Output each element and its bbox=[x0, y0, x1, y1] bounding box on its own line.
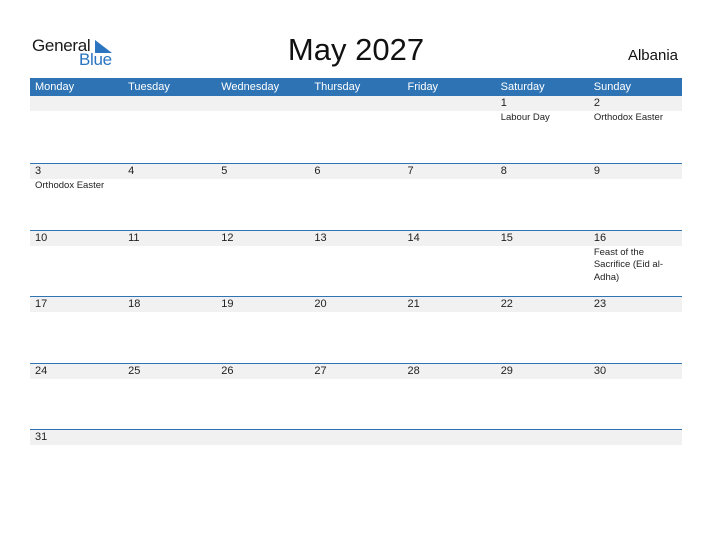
day-cell[interactable]: 25 bbox=[123, 364, 216, 430]
day-cell[interactable] bbox=[403, 430, 496, 496]
day-cell[interactable]: 29 bbox=[496, 364, 589, 430]
day-cell[interactable]: 24 bbox=[30, 364, 123, 430]
weekday-saturday: Saturday bbox=[500, 81, 545, 93]
day-number: 20 bbox=[314, 298, 327, 310]
week-row: 17 18 19 20 21 22 23 bbox=[30, 296, 682, 363]
day-cell[interactable] bbox=[309, 96, 402, 163]
weekday-tuesday: Tuesday bbox=[128, 81, 170, 93]
day-cell[interactable]: 17 bbox=[30, 297, 123, 363]
day-number: 30 bbox=[593, 364, 607, 377]
day-cell[interactable]: 10 bbox=[30, 231, 123, 297]
calendar-grid: Monday Tuesday Wednesday Thursday Friday… bbox=[30, 78, 682, 496]
week-row: 10 11 12 13 14 15 16 Feast of the Sacrifice (Ei… bbox=[30, 229, 682, 297]
day-cell[interactable]: 14 bbox=[403, 231, 496, 297]
day-cell[interactable]: 7 bbox=[403, 164, 496, 230]
day-number: 10 bbox=[35, 231, 48, 244]
weekday-friday: Friday bbox=[407, 81, 439, 93]
day-number: 9 bbox=[593, 165, 600, 177]
day-cell[interactable]: 31 bbox=[30, 430, 123, 496]
weekday-sunday: Sunday bbox=[593, 81, 632, 93]
day-cell[interactable] bbox=[496, 430, 589, 496]
day-number: 6 bbox=[314, 165, 321, 177]
day-number: 12 bbox=[221, 231, 234, 244]
weekday-thursday: Thursday bbox=[314, 81, 361, 93]
day-number: 24 bbox=[35, 364, 48, 377]
weekday-monday: Monday bbox=[35, 81, 75, 93]
day-cell[interactable] bbox=[123, 430, 216, 496]
day-number: 15 bbox=[500, 231, 513, 244]
day-cell[interactable] bbox=[123, 96, 216, 163]
week-row: 24 25 26 27 28 29 30 bbox=[30, 362, 682, 430]
day-cell[interactable] bbox=[30, 96, 123, 163]
day-number: 8 bbox=[500, 165, 507, 177]
day-cell[interactable]: 15 bbox=[496, 231, 589, 297]
weeks-container: 1 Labour Day 2 Orthodox Easter 3 Orthodox Eas… bbox=[30, 96, 682, 496]
week-row: 1 Labour Day 2 Orthodox Easter bbox=[30, 96, 682, 163]
day-cell[interactable]: 3 Orthodox Easter bbox=[30, 164, 123, 230]
weekday-wednesday: Wednesday bbox=[221, 81, 280, 93]
page-title: May 2027 bbox=[287, 32, 425, 67]
country-label: Albania bbox=[627, 47, 678, 64]
day-cell[interactable]: 2 Orthodox Easter bbox=[589, 96, 682, 163]
day-number: 1 bbox=[500, 97, 507, 109]
day-number: 25 bbox=[128, 364, 141, 377]
week-row: 31 bbox=[30, 429, 682, 496]
day-number: 26 bbox=[221, 364, 234, 377]
weekday-header: Monday Tuesday Wednesday Thursday Friday… bbox=[30, 78, 682, 96]
day-cell[interactable]: 26 bbox=[216, 364, 309, 430]
day-number: 17 bbox=[35, 298, 48, 310]
day-number: 7 bbox=[407, 165, 414, 177]
day-cell[interactable]: 18 bbox=[123, 297, 216, 363]
day-number: 13 bbox=[314, 231, 327, 244]
day-number: 14 bbox=[407, 231, 420, 244]
day-cell[interactable]: 27 bbox=[309, 364, 402, 430]
day-cell[interactable]: 13 bbox=[309, 231, 402, 297]
day-cell[interactable]: 20 bbox=[309, 297, 402, 363]
day-cell[interactable]: 11 bbox=[123, 231, 216, 297]
day-number: 18 bbox=[128, 298, 141, 310]
day-cell[interactable]: 19 bbox=[216, 297, 309, 363]
day-cell[interactable]: 21 bbox=[403, 297, 496, 363]
day-number: 5 bbox=[221, 165, 228, 177]
day-cell[interactable]: 4 bbox=[123, 164, 216, 230]
day-number: 28 bbox=[407, 364, 420, 377]
day-cell[interactable]: 5 bbox=[216, 164, 309, 230]
week-row: 3 Orthodox Easter 4 5 6 7 8 9 bbox=[30, 163, 682, 230]
day-cell[interactable]: 9 bbox=[589, 164, 682, 230]
day-cell[interactable] bbox=[309, 430, 402, 496]
day-number: 19 bbox=[221, 298, 234, 310]
day-cell[interactable]: 12 bbox=[216, 231, 309, 297]
day-number: 31 bbox=[35, 431, 48, 443]
day-cell[interactable]: 6 bbox=[309, 164, 402, 230]
day-cell[interactable] bbox=[216, 96, 309, 163]
day-cell[interactable]: 23 bbox=[589, 297, 682, 363]
holiday-label: Labour Day bbox=[500, 112, 550, 123]
day-cell[interactable] bbox=[589, 430, 682, 496]
day-number: 22 bbox=[500, 298, 513, 310]
day-cell[interactable]: 8 bbox=[496, 164, 589, 230]
day-number: 27 bbox=[314, 364, 327, 377]
day-number: 23 bbox=[593, 298, 607, 310]
day-cell[interactable]: 28 bbox=[403, 364, 496, 430]
day-number: 2 bbox=[593, 97, 600, 109]
day-number: 29 bbox=[500, 364, 513, 377]
holiday-label: Orthodox Easter bbox=[593, 112, 663, 123]
day-cell[interactable]: 16 Feast of the Sacrifice (Eid al-Adha) bbox=[589, 231, 682, 297]
day-number: 21 bbox=[407, 298, 420, 310]
day-number: 3 bbox=[35, 165, 42, 177]
day-number: 16 bbox=[593, 231, 607, 244]
day-number: 11 bbox=[128, 231, 140, 244]
day-number: 4 bbox=[128, 165, 135, 177]
day-cell[interactable]: 30 bbox=[589, 364, 682, 430]
day-cell[interactable]: 22 bbox=[496, 297, 589, 363]
holiday-label: Feast of the Sacrifice (Eid al-Adha) bbox=[593, 246, 663, 283]
holiday-label: Orthodox Easter bbox=[35, 180, 105, 191]
day-cell[interactable] bbox=[403, 96, 496, 163]
day-cell[interactable] bbox=[216, 430, 309, 496]
day-cell[interactable]: 1 Labour Day bbox=[496, 96, 589, 163]
